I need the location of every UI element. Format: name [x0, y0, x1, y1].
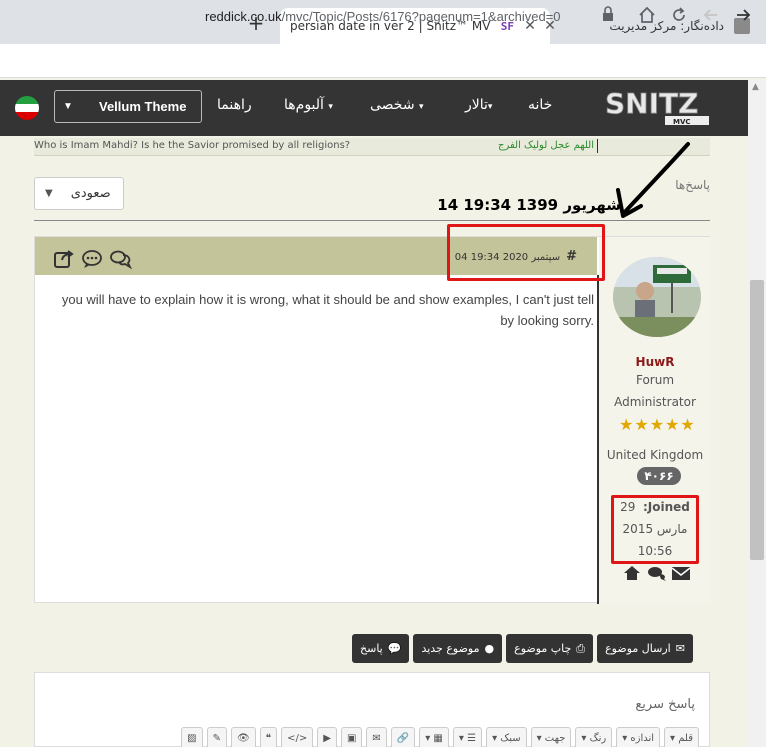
post-actions [53, 248, 133, 270]
quick-reply-panel: پاسخ سریع قلم ▾ اندازه ▾ رنگ ▾ جهت ▾ سبک… [34, 672, 710, 747]
share-icon[interactable] [53, 248, 75, 270]
tab-inactive[interactable]: ✕ داده‌نگار: مرکز مدیریت [544, 8, 760, 44]
toolbar-preview[interactable]: 👁 [231, 727, 256, 747]
nav-forums-label: تالار [465, 97, 488, 113]
annotation-arrow [616, 142, 690, 218]
chevron-down-icon: ▼ [63, 101, 73, 112]
topic-action-buttons: پاسخ 💬 موضوع جدید ● چاپ موضوع ⎙ ارسال موضوع… [352, 634, 693, 663]
author-contact [623, 565, 691, 581]
post-card: 04 سپتمبر 2020 19:34 # you will have to e… [34, 236, 711, 604]
url-field[interactable]: reddick.co.uk/mvc/Topic/Posts/6176?pagen… [205, 9, 561, 24]
post-message: you will have to explain how it is wrong… [61, 292, 594, 328]
annotation-date-box [447, 224, 605, 281]
send-topic-button[interactable]: ارسال موضوع ✉ [597, 634, 693, 663]
toolbar-code[interactable]: </> [281, 727, 314, 747]
home-icon[interactable] [623, 565, 643, 581]
home-icon[interactable] [636, 6, 658, 28]
reply-button[interactable]: پاسخ 💬 [352, 634, 410, 663]
comment-icon[interactable] [81, 248, 103, 270]
button-label: چاپ موضوع [514, 642, 572, 655]
comment-icon: ● [484, 642, 495, 655]
star-icon: ★ [649, 415, 665, 434]
nav-forums[interactable]: تالار▾ [465, 97, 492, 113]
toolbar-color[interactable]: رنگ ▾ [575, 727, 613, 747]
author-role-line2: Administrator [614, 395, 696, 409]
chat-icon[interactable] [647, 565, 667, 581]
button-label: ارسال موضوع [605, 642, 671, 655]
forward-arrow-icon[interactable] [732, 6, 754, 28]
theme-label: Vellum Theme [99, 99, 187, 114]
author-role-line1: Forum [635, 373, 675, 387]
toolbar-youtube[interactable]: ▶ [317, 727, 337, 747]
editor-toolbar: قلم ▾ اندازه ▾ رنگ ▾ جهت ▾ سبک ▾ ☰ ▾ ▦ ▾… [49, 727, 699, 747]
toolbar-email[interactable]: ✉ [366, 727, 387, 747]
reload-icon[interactable] [668, 6, 690, 28]
author-country: United Kingdom [606, 448, 704, 462]
scroll-up-arrow-icon[interactable]: ▲ [752, 82, 759, 92]
toolbar-quote[interactable]: ❝ [259, 727, 278, 747]
snitz-logo[interactable]: SNITZ MVC [603, 85, 713, 129]
comments-icon: 💬 [387, 642, 402, 655]
author-name[interactable]: HuwR [599, 355, 711, 369]
scrollbar-thumb[interactable] [750, 280, 764, 560]
nav-home[interactable]: خانه [528, 97, 552, 113]
toolbar-list[interactable]: ☰ ▾ [452, 727, 483, 747]
toolbar-direction[interactable]: جهت ▾ [530, 727, 572, 747]
sort-label: صعودی [70, 186, 111, 201]
print-topic-button[interactable]: چاپ موضوع ⎙ [506, 634, 594, 663]
theme-selector[interactable]: ▼ Vellum Theme [54, 90, 202, 123]
ticker-arabic[interactable]: اللهم عجل لولیک الفرج [498, 140, 594, 151]
logo-sub: MVC [673, 118, 691, 126]
envelope-icon[interactable] [671, 565, 691, 581]
nav-personal[interactable]: شخصی ▾ [370, 97, 424, 113]
nav-albums-label: آلبوم‌ها [284, 97, 324, 113]
back-arrow-icon[interactable] [700, 6, 722, 28]
logo-text: SNITZ [605, 87, 698, 120]
rank-stars: ★ ★ ★ ★ ★ [619, 415, 695, 434]
divider [34, 220, 710, 221]
button-label: پاسخ [360, 642, 383, 655]
post-count-badge: ۴۰۶۶ [637, 467, 681, 485]
sort-order-select[interactable]: ▼ صعودی [34, 177, 124, 210]
nav-personal-label: شخصی [370, 97, 415, 113]
toolbar-table[interactable]: ▦ ▾ [419, 727, 449, 747]
ticker-separator [597, 139, 598, 153]
toolbar-style[interactable]: سبک ▾ [486, 727, 527, 747]
star-icon: ★ [619, 415, 634, 434]
ticker-english[interactable]: Who is Imam Mahdi? Is he the Savior prom… [34, 140, 350, 151]
url-host: reddick.co.uk [205, 9, 282, 24]
toolbar-edit[interactable]: ✎ [206, 727, 227, 747]
chevron-down-icon: ▼ [45, 188, 53, 199]
iran-flag-icon[interactable] [15, 96, 39, 120]
address-bar [0, 44, 766, 78]
star-icon: ★ [665, 415, 680, 434]
star-icon: ★ [634, 415, 649, 434]
toolbar-size[interactable]: اندازه ▾ [616, 727, 661, 747]
topic-date-heading: 14 شهریور 1399 19:34 [437, 196, 621, 214]
print-icon: ⎙ [576, 641, 586, 655]
nav-help[interactable]: راهنما [217, 97, 252, 113]
news-ticker: Who is Imam Mahdi? Is he the Savior prom… [34, 138, 710, 156]
toolbar-link[interactable]: 🔗 [390, 727, 416, 747]
caret-down-icon: ▾ [487, 102, 493, 112]
caret-down-icon: ▾ [328, 102, 333, 112]
caret-down-icon: ▾ [419, 102, 424, 112]
toolbar-image[interactable]: ▣ [340, 727, 363, 747]
comments-icon[interactable] [109, 248, 133, 270]
new-topic-button[interactable]: موضوع جدید ● [413, 634, 503, 663]
url-path: /mvc/Topic/Posts/6176?pagenum=1&archived… [281, 9, 561, 24]
quick-reply-title: پاسخ سریع [635, 697, 695, 712]
toolbar-upload[interactable]: ▨ [181, 727, 203, 747]
envelope-icon: ✉ [675, 642, 685, 655]
lock-icon[interactable] [597, 6, 619, 28]
button-label: موضوع جدید [421, 642, 480, 655]
post-body: you will have to explain how it is wrong… [49, 289, 594, 331]
nav-albums[interactable]: آلبوم‌ها ▾ [284, 97, 333, 113]
avatar[interactable] [613, 257, 701, 337]
toolbar-font[interactable]: قلم ▾ [664, 727, 699, 747]
star-icon: ★ [680, 415, 695, 434]
annotation-joined-box [611, 495, 699, 564]
